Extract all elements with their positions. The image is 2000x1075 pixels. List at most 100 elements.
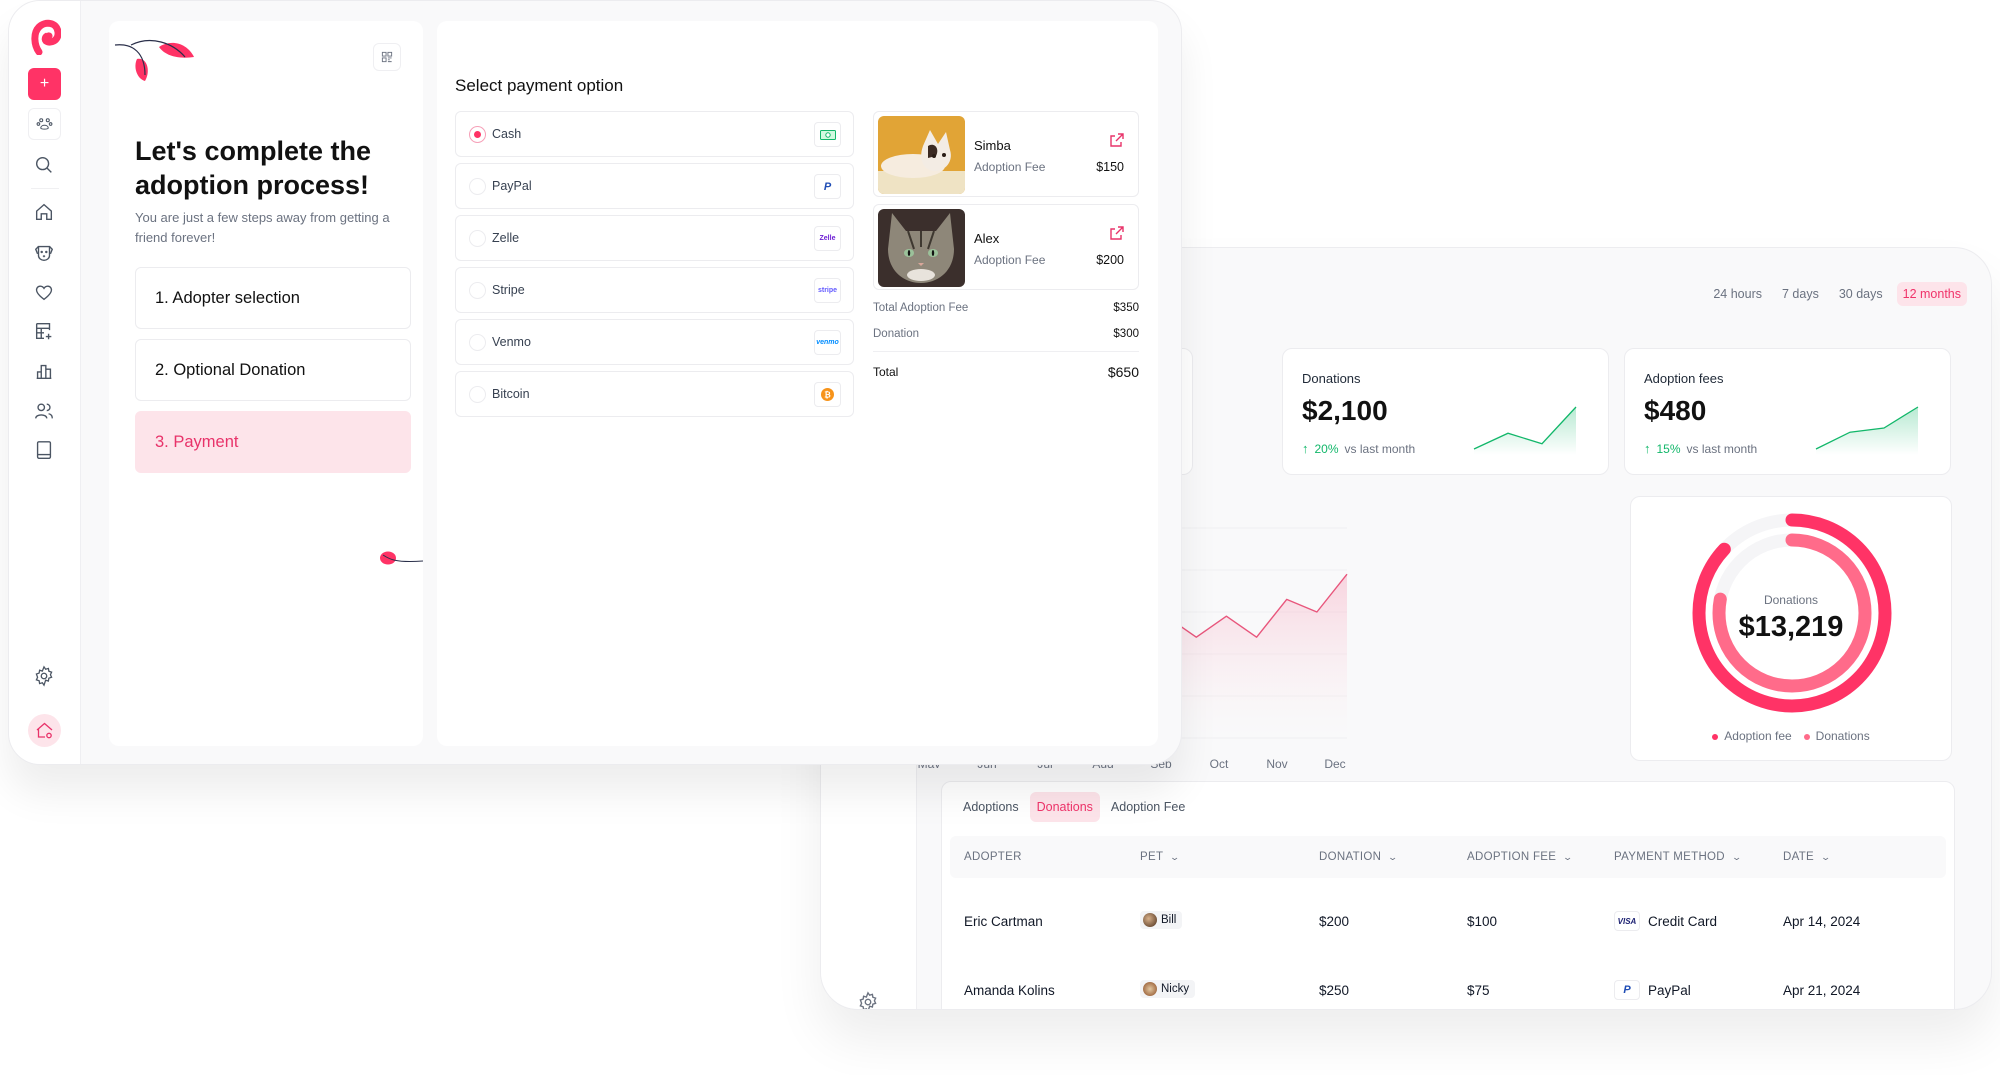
range-tab-12m[interactable]: 12 months: [1896, 282, 1967, 306]
payment-option-paypal[interactable]: PayPal P: [455, 163, 854, 209]
payment-panel: Select payment option Cash PayPal P Zell…: [437, 21, 1158, 746]
sidebar-divider: [31, 188, 59, 189]
payment-option-venmo[interactable]: Venmo venmo: [455, 319, 854, 365]
x-tick-label: Oct: [1210, 757, 1229, 768]
legend-item-donations: Donations: [1803, 729, 1870, 743]
column-header-donation[interactable]: DONATION ⌄: [1319, 851, 1398, 863]
stat-delta: ↑ 15% vs last month: [1644, 441, 1757, 456]
cash-icon: [814, 122, 841, 147]
radio-selected[interactable]: [469, 126, 486, 143]
pet-avatar: [1143, 913, 1157, 927]
summary-value: $350: [1113, 302, 1139, 314]
payment-option-label: Venmo: [492, 335, 531, 349]
grid-view-button[interactable]: [373, 43, 401, 71]
sidebar-item-add-table[interactable]: [33, 320, 55, 342]
payment-option-label: Cash: [492, 127, 522, 141]
step-optional-donation[interactable]: 2. Optional Donation: [135, 339, 411, 401]
arrow-up-icon: ↑: [1644, 441, 1651, 456]
summary-divider: [873, 351, 1139, 352]
column-header-pet[interactable]: PET ⌄: [1140, 851, 1181, 863]
sparkline: [1473, 406, 1577, 455]
payment-option-zelle[interactable]: Zelle Zelle: [455, 215, 854, 261]
sidebar-item-users[interactable]: [33, 400, 55, 422]
chevron-down-icon: ⌄: [1169, 852, 1181, 862]
stat-label: Adoption fees: [1644, 371, 1724, 386]
pet-chip: Nicky: [1140, 980, 1196, 998]
radio[interactable]: [469, 334, 486, 351]
plus-icon: +: [39, 75, 50, 92]
paypal-logo: P: [814, 174, 841, 199]
range-tab-24h[interactable]: 24 hours: [1707, 282, 1768, 306]
donut-value: $13,219: [1738, 611, 1844, 643]
cell-adoption-fee: $75: [1467, 983, 1490, 998]
stat-delta: ↑ 20% vs last month: [1302, 441, 1415, 456]
page-title: Let's complete the adoption process!: [135, 136, 371, 200]
stat-delta-percent: 20%: [1314, 441, 1339, 456]
sidebar-item-home[interactable]: [33, 201, 55, 223]
column-header-payment-method[interactable]: PAYMENT METHOD ⌄: [1614, 851, 1742, 863]
table-row[interactable]: Amanda Kolins Nicky $250 $75 P PayPal Apr…: [942, 971, 1954, 1009]
stat-value: $2,100: [1302, 395, 1388, 426]
legend-label: Donations: [1815, 729, 1870, 743]
table-row[interactable]: Eric Cartman Bill $200 $100 VISA Credit C…: [942, 902, 1954, 942]
pet-fee-label: Adoption Fee: [974, 253, 1046, 267]
column-header-adopter[interactable]: ADOPTER: [964, 851, 1022, 863]
donut-label: Donations: [1763, 593, 1819, 607]
leaf-decoration-icon: [114, 39, 194, 81]
column-header-date[interactable]: DATE ⌄: [1783, 851, 1832, 863]
sidebar-item-settings[interactable]: [33, 665, 55, 687]
sidebar-item-docs[interactable]: [33, 439, 55, 461]
sidebar-item-analytics[interactable]: [33, 360, 55, 382]
add-button[interactable]: +: [28, 68, 61, 100]
stat-card-adoption-fees: Adoption fees $480 ↑ 15% vs last month: [1624, 348, 1951, 475]
tab-donations[interactable]: Donations: [1029, 792, 1100, 822]
chevron-down-icon: ⌄: [1562, 852, 1574, 862]
small-leaf-decoration-icon: [380, 551, 424, 565]
chevron-down-icon: ⌄: [1820, 852, 1832, 862]
range-tab-30d[interactable]: 30 days: [1833, 282, 1889, 306]
radio[interactable]: [469, 282, 486, 299]
radio[interactable]: [469, 386, 486, 403]
order-pet-card: Alex Adoption Fee $200: [873, 204, 1139, 290]
payment-option-bitcoin[interactable]: Bitcoin ₿: [455, 371, 854, 417]
dog-icon: [34, 245, 54, 261]
column-header-adoption-fee[interactable]: ADOPTION FEE ⌄: [1467, 851, 1574, 863]
sparkline-area: [1816, 407, 1918, 455]
sidebar-item-dogs[interactable]: [33, 241, 55, 263]
sidebar-item-favorites[interactable]: [33, 281, 55, 303]
external-link-icon[interactable]: [1109, 225, 1125, 241]
home-heart-icon: [36, 722, 53, 739]
payment-option-stripe[interactable]: Stripe stripe: [455, 267, 854, 313]
payment-option-label: Zelle: [492, 231, 520, 245]
gear-icon[interactable]: [857, 991, 879, 1010]
radio[interactable]: [469, 230, 486, 247]
sidebar-item-search[interactable]: [33, 154, 55, 176]
cell-donation: $250: [1319, 983, 1350, 998]
external-link-icon[interactable]: [1109, 132, 1125, 148]
home-icon: [35, 203, 53, 221]
order-pet-card: Simba Adoption Fee $150: [873, 111, 1139, 197]
zelle-logo: Zelle: [814, 226, 841, 251]
stat-delta-percent: 15%: [1656, 441, 1681, 456]
radio[interactable]: [469, 178, 486, 195]
payment-title: Select payment option: [455, 76, 624, 95]
heart-icon: [35, 285, 53, 301]
pet-fee: $150: [1096, 160, 1124, 174]
summary-label: Total: [873, 365, 899, 379]
visa-logo: VISA: [1614, 911, 1640, 931]
paw-icon: [36, 118, 53, 130]
pet-fee: $200: [1096, 253, 1124, 267]
legend-dot: [1712, 733, 1719, 740]
sidebar-item-pets[interactable]: [28, 108, 61, 140]
table-plus-icon: [35, 322, 52, 340]
tab-adoptions[interactable]: Adoptions: [956, 792, 1026, 822]
cell-adoption-fee: $100: [1467, 914, 1498, 929]
stat-delta-text: vs last month: [1686, 441, 1758, 456]
range-tab-7d[interactable]: 7 days: [1776, 282, 1825, 306]
step-payment[interactable]: 3. Payment: [135, 411, 411, 473]
tab-adoption-fee[interactable]: Adoption Fee: [1104, 792, 1192, 822]
payment-option-cash[interactable]: Cash: [455, 111, 854, 157]
sidebar-item-shelter-home[interactable]: [28, 714, 61, 747]
grid-icon: [381, 51, 393, 63]
step-adopter-selection[interactable]: 1. Adopter selection: [135, 267, 411, 329]
